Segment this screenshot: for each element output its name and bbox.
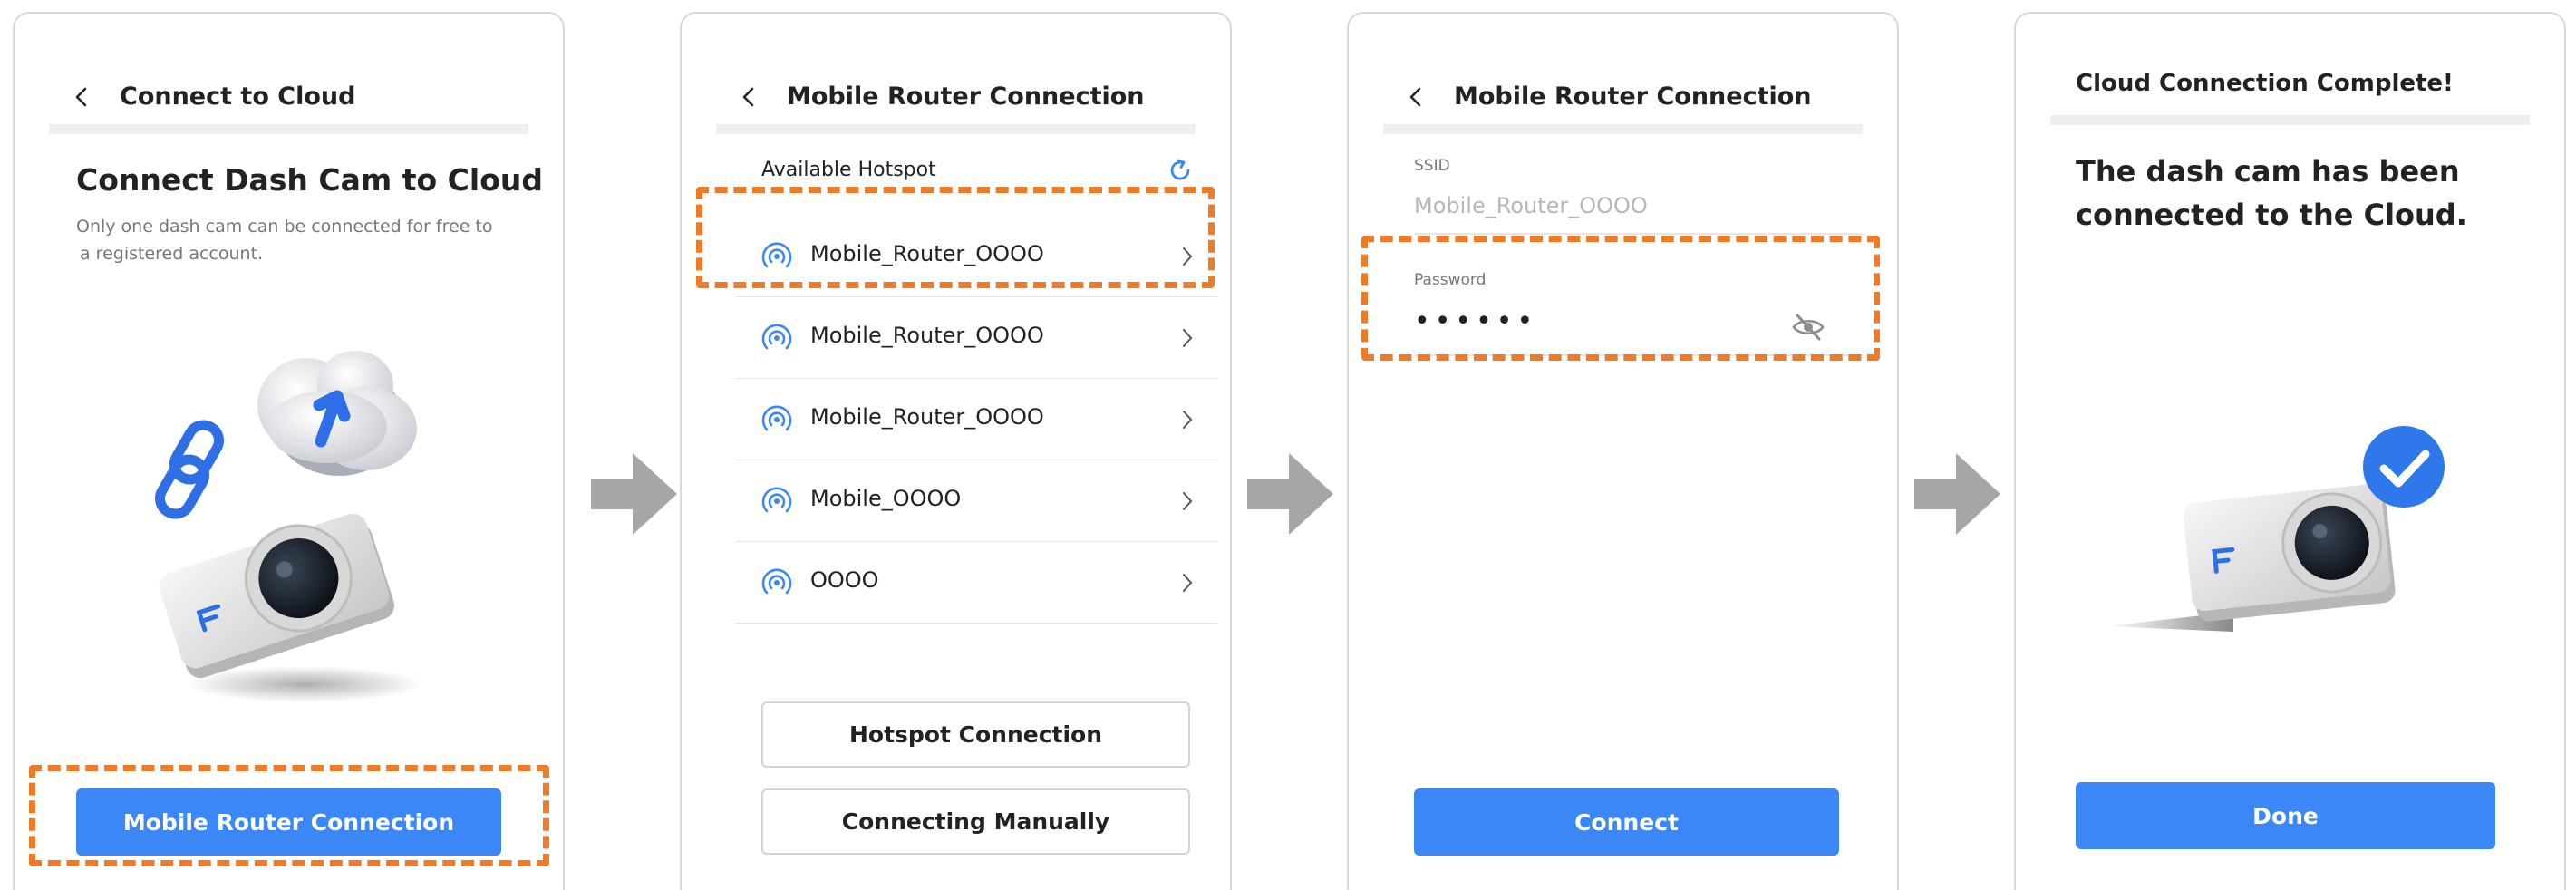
refresh-icon[interactable] xyxy=(1167,157,1194,184)
hotspot-row[interactable]: Mobile_Router_OOOO xyxy=(736,379,1217,460)
back-arrow-icon[interactable] xyxy=(738,86,760,108)
next-step-arrow-icon xyxy=(1914,453,2000,535)
hotspot-name: Mobile_Router_OOOO xyxy=(810,323,1044,348)
hotspot-row[interactable]: Mobile_Router_OOOO xyxy=(736,297,1217,379)
ssid-underline xyxy=(1414,233,1863,235)
connect-button[interactable]: Connect xyxy=(1414,788,1839,856)
next-step-arrow-icon xyxy=(591,453,677,535)
complete-message-line-2: connected to the Cloud. xyxy=(2076,198,2467,232)
connecting-manually-button[interactable]: Connecting Manually xyxy=(761,788,1190,855)
header: Mobile Router Connection xyxy=(682,70,1230,124)
header-title: Cloud Connection Complete! xyxy=(2076,70,2454,97)
highlight-first-hotspot xyxy=(696,187,1215,288)
highlight-mobile-router-button xyxy=(29,765,549,866)
highlight-password-field xyxy=(1361,236,1880,361)
hotspot-signal-icon xyxy=(761,487,792,513)
back-arrow-icon[interactable] xyxy=(1405,86,1427,108)
check-circle-icon xyxy=(2363,426,2445,508)
ssid-label: SSID xyxy=(1414,157,1450,175)
screen-connection-complete: Cloud Connection Complete! The dash cam … xyxy=(2014,12,2566,890)
header-title: Mobile Router Connection xyxy=(1454,82,1812,111)
ssid-field[interactable]: Mobile_Router_OOOO xyxy=(1414,193,1648,218)
hotspot-signal-icon xyxy=(761,568,792,595)
hotspot-name: Mobile_OOOO xyxy=(810,486,962,511)
dashcam-cloud-illustration xyxy=(155,351,422,702)
chevron-right-icon xyxy=(1183,329,1193,347)
next-step-arrow-icon xyxy=(1247,453,1333,535)
header-title: Mobile Router Connection xyxy=(787,82,1145,111)
hotspot-name: Mobile_Router_OOOO xyxy=(810,404,1044,430)
header-divider xyxy=(716,124,1196,134)
hotspot-connection-button[interactable]: Hotspot Connection xyxy=(761,701,1190,768)
header-divider xyxy=(49,124,528,134)
header-title: Connect to Cloud xyxy=(120,82,356,111)
back-arrow-icon[interactable] xyxy=(71,86,92,108)
header: Mobile Router Connection xyxy=(1349,70,1897,124)
chevron-right-icon xyxy=(1183,574,1193,592)
chevron-right-icon xyxy=(1183,411,1193,429)
chevron-right-icon xyxy=(1183,492,1193,510)
subtitle-line-2: a registered account. xyxy=(80,244,264,264)
dashcam-connected-illustration xyxy=(2106,426,2445,632)
hotspot-signal-icon xyxy=(761,405,792,431)
subtitle-line-1: Only one dash cam can be connected for f… xyxy=(76,217,493,237)
hotspot-row[interactable]: OOOO xyxy=(736,542,1217,624)
available-hotspot-label: Available Hotspot xyxy=(761,159,936,181)
header-divider xyxy=(2050,115,2530,125)
hotspot-row[interactable]: Mobile_OOOO xyxy=(736,460,1217,542)
screen-hotspot-list: Mobile Router Connection Available Hotsp… xyxy=(680,12,1232,890)
hotspot-name: OOOO xyxy=(810,567,879,593)
screen-router-password: Mobile Router Connection SSID Mobile_Rou… xyxy=(1347,12,1899,890)
screen-connect-to-cloud: Connect to Cloud Connect Dash Cam to Clo… xyxy=(13,12,565,890)
complete-message-line-1: The dash cam has been xyxy=(2076,154,2460,189)
hotspot-signal-icon xyxy=(761,324,792,350)
header: Connect to Cloud xyxy=(15,70,563,124)
done-button[interactable]: Done xyxy=(2076,782,2495,849)
page-title: Connect Dash Cam to Cloud xyxy=(76,162,543,198)
header-divider xyxy=(1383,124,1863,134)
